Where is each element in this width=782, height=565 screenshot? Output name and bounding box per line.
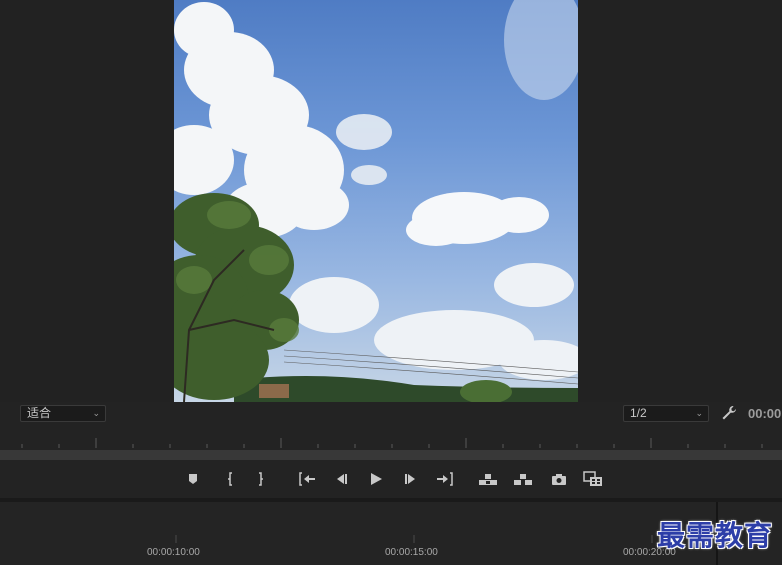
mark-in-icon: [228, 472, 232, 486]
go-to-out-button[interactable]: [434, 469, 456, 489]
mark-in-button[interactable]: [219, 469, 241, 489]
lift-button[interactable]: [477, 469, 499, 489]
export-frame-button[interactable]: [548, 469, 570, 489]
settings-wrench-icon[interactable]: [721, 405, 737, 421]
comparison-view-button[interactable]: [582, 469, 604, 489]
mark-out-button[interactable]: [250, 469, 272, 489]
play-button[interactable]: [365, 469, 387, 489]
go-to-in-icon: [299, 472, 315, 486]
extract-icon: [514, 474, 532, 485]
ruler-label-10s: 00:00:10:00: [147, 547, 200, 558]
step-forward-icon: [405, 474, 415, 484]
mark-out-icon: [259, 472, 263, 486]
step-back-button[interactable]: [330, 469, 352, 489]
program-monitor: [0, 0, 782, 402]
step-back-icon: [337, 474, 347, 484]
comparison-icon: [583, 471, 602, 486]
ruler-label-15s: 00:00:15:00: [385, 547, 438, 558]
chevron-down-icon: ⌄: [695, 408, 703, 418]
fit-zoom-dropdown[interactable]: 适合 ⌄: [20, 405, 106, 422]
lift-icon: [479, 474, 497, 485]
play-icon: [371, 473, 382, 485]
playback-resolution-value: 1/2: [630, 406, 647, 420]
add-marker-button[interactable]: [182, 469, 204, 489]
zoom-scroll-bar[interactable]: [0, 450, 782, 460]
chevron-down-icon: ⌄: [92, 408, 100, 418]
video-frame: [174, 0, 578, 402]
watermark-logo: 最需教育: [657, 519, 774, 552]
extract-button[interactable]: [512, 469, 534, 489]
fit-zoom-value: 适合: [27, 406, 52, 420]
marker-icon: [189, 474, 197, 484]
transport-controls: [0, 461, 782, 497]
go-to-out-icon: [437, 472, 453, 486]
camera-icon: [552, 473, 566, 485]
step-forward-button[interactable]: [400, 469, 422, 489]
playback-resolution-dropdown[interactable]: 1/2 ⌄: [623, 405, 709, 422]
go-to-in-button[interactable]: [296, 469, 318, 489]
sky-scene-image: [174, 0, 578, 402]
mini-time-ruler[interactable]: [0, 434, 782, 448]
playhead-timecode[interactable]: 00:00: [748, 406, 781, 421]
